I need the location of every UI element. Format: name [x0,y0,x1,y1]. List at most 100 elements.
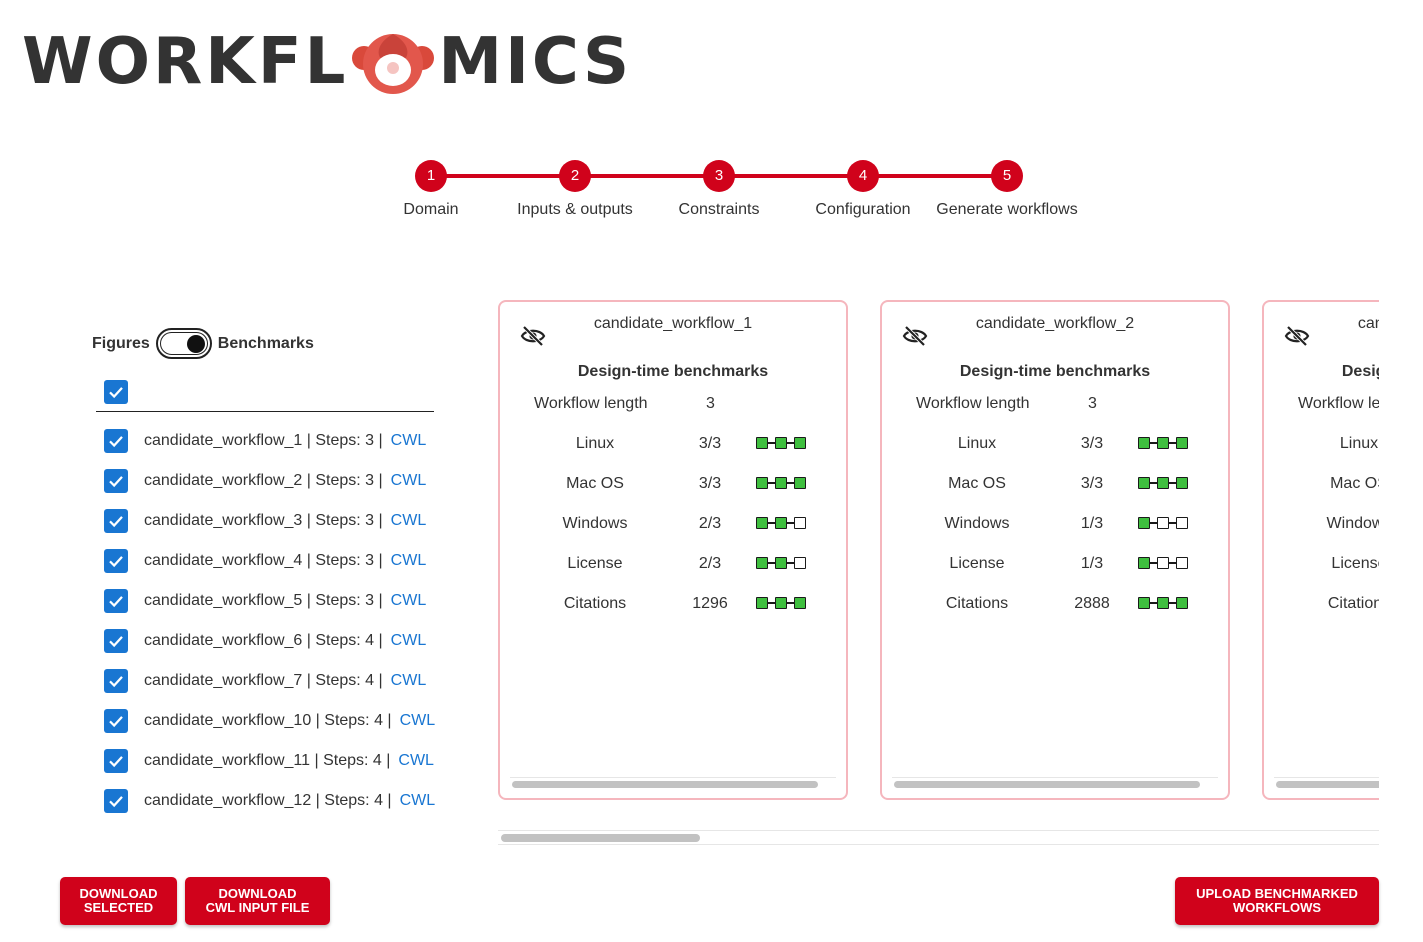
list-item: candidate_workflow_7 | Steps: 4 | CWL [104,661,435,701]
cwl-link[interactable]: CWL [391,472,427,490]
button-line: DOWNLOAD [218,886,297,901]
workflow-checkbox[interactable] [104,709,128,733]
cwl-link[interactable]: CWL [391,672,427,690]
cwl-link[interactable]: CWL [391,432,427,450]
cwl-link[interactable]: CWL [391,632,427,650]
upload-benchmarked-workflows-button[interactable]: UPLOAD BENCHMARKED WORKFLOWS [1175,877,1379,925]
toggle-label-figures: Figures [92,334,150,352]
bar-segment [775,597,787,609]
cwl-link[interactable]: CWL [400,712,436,730]
step-domain[interactable]: 1 Domain [356,160,506,219]
list-divider [96,411,434,412]
workflow-length-label: Workflow length [916,395,1030,412]
workflow-checkbox[interactable] [104,429,128,453]
step-inputs-outputs[interactable]: 2 Inputs & outputs [500,160,650,219]
step-label: Constraints [678,201,760,218]
benchmark-cards-viewport: candidate_workflow_1 Design-time benchmar… [498,300,1379,803]
bar-segment [1138,437,1150,449]
bar-connector [1150,482,1157,484]
workflow-checkbox[interactable] [104,629,128,653]
benchmark-bar [1138,517,1188,529]
workflow-checkbox[interactable] [104,789,128,813]
bar-segment [1157,557,1169,569]
cwl-link[interactable]: CWL [391,592,427,610]
logo-text-right: MICS [438,25,633,99]
download-selected-button[interactable]: DOWNLOAD SELECTED [60,877,177,925]
bar-segment [756,517,768,529]
benchmark-row: Citations [1264,583,1379,623]
monkey-o-icon [352,34,435,94]
workflow-checkbox[interactable] [104,589,128,613]
workflow-name: candidate_workflow_12 | Steps: 4 | [144,792,392,809]
benchmark-card: candidate_workflow_1 Design-time benchmar… [498,300,848,800]
benchmark-row: Mac OS 3/3 [500,463,846,503]
section-heading: Design-time benchmarks [577,363,769,380]
bar-connector [1169,602,1176,604]
step-configuration[interactable]: 4 Configuration [788,160,938,219]
select-all-checkbox[interactable] [104,380,128,406]
figures-benchmarks-switch[interactable] [155,328,212,359]
card-horizontal-scrollbar[interactable] [1274,777,1379,789]
card-horizontal-scrollbar[interactable] [892,777,1218,789]
bar-connector [787,442,794,444]
workflow-checkbox[interactable] [104,469,128,493]
bar-connector [787,522,794,524]
benchmark-row: License 1/3 [882,543,1228,583]
section-heading: Design-time benchmarks [959,363,1151,380]
benchmark-rows: Linux 3/3 Mac OS 3/3 Windows 1/3 License 1/3 Cit… [882,423,1228,623]
workflow-length-value: 3 [706,395,715,412]
benchmark-bar [756,477,806,489]
benchmark-label: Linux [957,435,997,452]
benchmark-row: License 2/3 [500,543,846,583]
cwl-link[interactable]: CWL [391,512,427,530]
scrollbar-thumb[interactable] [512,781,818,788]
workflow-name: candidate_workflow_1 | Steps: 3 | [144,432,383,449]
scrollbar-thumb[interactable] [1276,781,1379,788]
step-constraints[interactable]: 3 Constraints [644,160,794,219]
bar-segment [756,557,768,569]
benchmark-label: Windows [944,515,1010,532]
cwl-link[interactable]: CWL [400,792,436,810]
bar-segment [1176,517,1188,529]
cwl-link[interactable]: CWL [398,752,434,770]
benchmark-value: 1/3 [1080,515,1104,532]
bar-connector [787,562,794,564]
benchmark-row: Citations 2888 [882,583,1228,623]
download-cwl-input-file-button[interactable]: DOWNLOAD CWL INPUT FILE [185,877,330,925]
scrollbar-thumb[interactable] [894,781,1200,788]
cwl-link[interactable]: CWL [391,552,427,570]
step-number: 1 [415,160,447,192]
list-item: candidate_workflow_5 | Steps: 3 | CWL [104,581,435,621]
bar-connector [787,482,794,484]
bar-segment [1138,597,1150,609]
bar-connector [1150,442,1157,444]
workflow-checkbox[interactable] [104,669,128,693]
list-item: candidate_workflow_3 | Steps: 3 | CWL [104,501,435,541]
benchmark-value: 3/3 [698,475,722,492]
workflow-checkbox[interactable] [104,549,128,573]
workflow-checkbox[interactable] [104,509,128,533]
list-item: candidate_workflow_2 | Steps: 3 | CWL [104,461,435,501]
workflow-checkbox[interactable] [104,749,128,773]
bar-segment [775,557,787,569]
bar-segment [756,597,768,609]
switch-knob [186,335,205,353]
list-item: candidate_workflow_4 | Steps: 3 | CWL [104,541,435,581]
section-heading: Design-time benchmarks [1341,363,1379,380]
benchmark-label: Citations [1327,595,1379,612]
benchmark-rows: Linux Mac OS Windows License Citations [1264,423,1379,623]
scrollbar-thumb[interactable] [501,834,700,842]
bar-segment [794,557,806,569]
benchmark-label: Mac OS [566,475,624,492]
benchmark-label: Mac OS [1330,475,1379,492]
workflow-name: candidate_workflow_5 | Steps: 3 | [144,592,383,609]
bar-connector [1169,562,1176,564]
card-horizontal-scrollbar[interactable] [510,777,836,789]
benchmark-bar [756,517,806,529]
step-number: 4 [847,160,879,192]
cards-horizontal-scrollbar[interactable] [498,830,1379,845]
benchmark-value: 1/3 [1080,555,1104,572]
checkbox-checked-icon [104,380,128,404]
bar-connector [768,602,775,604]
step-generate-workflows[interactable]: 5 Generate workflows [932,160,1082,219]
